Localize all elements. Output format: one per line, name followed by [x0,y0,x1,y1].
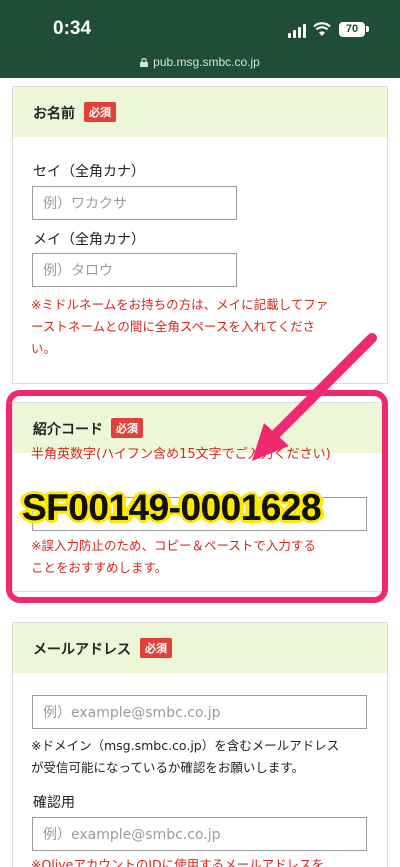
olive-id-note: ※OliveアカウントのIDに使用するメールアドレスを [31,857,325,867]
clock: 0:34 [53,18,92,39]
battery-icon: 70 [339,22,365,37]
required-badge: 必須 [140,638,172,658]
section-title: メールアドレス [33,642,131,658]
confirm-label: 確認用 [33,795,75,811]
middle-name-note-2: ーストネームとの間に全角スペースを入れてくださ [31,319,316,334]
sei-label: セイ（全角カナ） [33,164,145,180]
mei-label: メイ（全角カナ） [33,232,145,248]
battery-tip [366,26,369,32]
domain-note-2: が受信可能になっているか確認をお願いします。 [31,760,305,775]
name-section-header: お名前 必須 [13,87,387,137]
middle-name-note: ※ミドルネームをお持ちの方は、メイに記載してファ [31,297,329,312]
required-badge: 必須 [84,102,116,122]
mei-input[interactable]: 例）タロウ [32,253,237,287]
lock-icon [140,58,149,67]
status-bar: 0:34 70 pub.msg.smbc.co.jp [0,0,400,78]
sei-input[interactable]: 例）ワカクサ [32,186,237,220]
address-bar[interactable]: pub.msg.smbc.co.jp [0,55,400,69]
middle-name-note-3: い。 [31,341,57,356]
wifi-icon [313,22,331,36]
signal-icon [288,24,308,38]
url-text: pub.msg.smbc.co.jp [153,55,260,69]
email-confirm-input[interactable]: 例）example@smbc.co.jp [32,817,367,851]
domain-note: ※ドメイン（msg.smbc.co.jp）を含むメールアドレス [31,738,340,753]
section-title: お名前 [33,106,75,122]
email-section-header: メールアドレス 必須 [13,623,387,673]
email-input[interactable]: 例）example@smbc.co.jp [32,695,367,729]
highlight-frame [6,390,388,603]
